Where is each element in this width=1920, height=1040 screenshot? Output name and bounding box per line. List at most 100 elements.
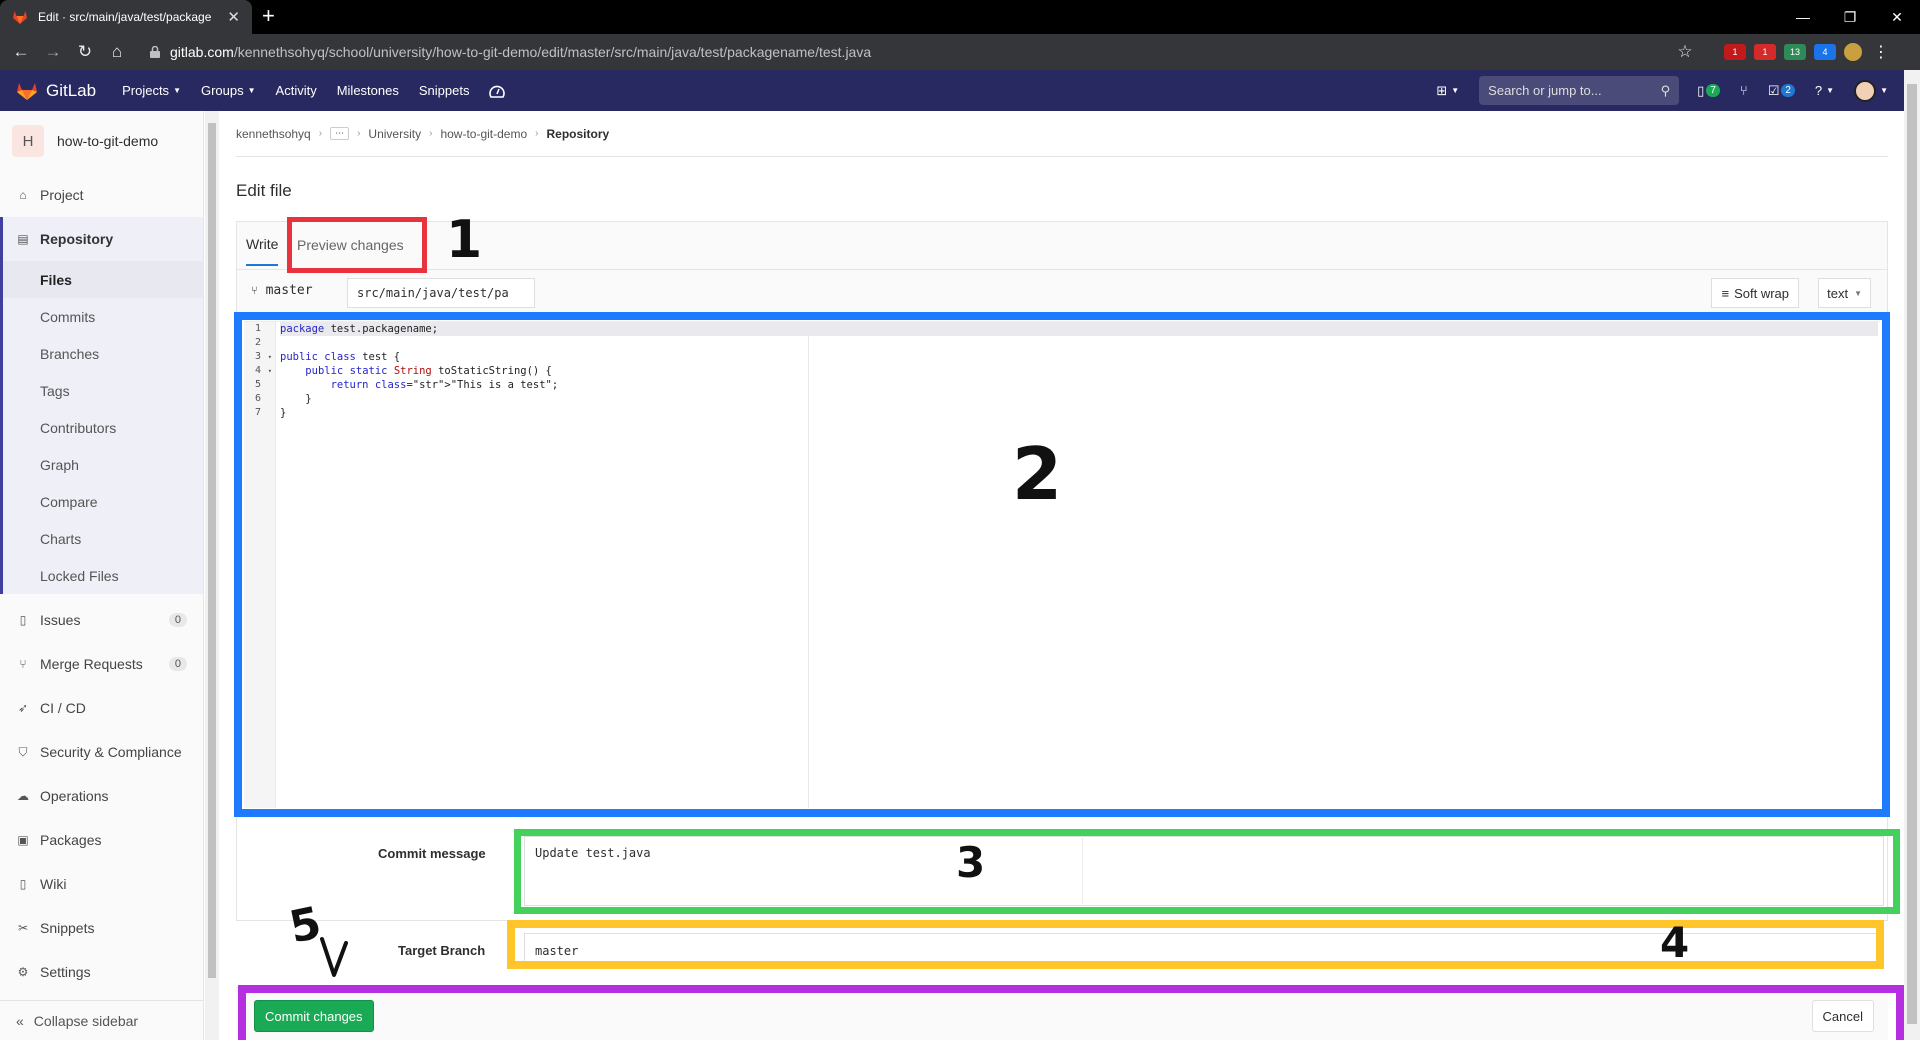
sidebar-item-charts[interactable]: Charts	[3, 520, 203, 557]
help-icon[interactable]: ? ▼	[1815, 83, 1834, 98]
browser-tab-title: Edit · src/main/java/test/package	[38, 10, 212, 24]
code-line[interactable]: package test.packagename;	[280, 322, 1878, 336]
window-close-icon[interactable]: ✕	[1874, 0, 1920, 34]
nav-snippets[interactable]: Snippets	[419, 83, 470, 98]
code-content[interactable]: package test.packagename; public class te…	[280, 322, 1878, 420]
nav-projects[interactable]: Projects ▼	[122, 83, 181, 98]
code-line[interactable]	[280, 336, 1878, 350]
todos-icon[interactable]: ☑ 2	[1768, 83, 1795, 99]
sidebar-item-cicd[interactable]: ➶ CI / CD	[0, 686, 203, 730]
commit-message-label: Commit message	[378, 846, 486, 861]
gitlab-logo[interactable]: GitLab	[16, 81, 96, 101]
code-line[interactable]: }	[280, 392, 1878, 406]
page-scrollbar-thumb[interactable]	[1907, 84, 1917, 1024]
project-name: how-to-git-demo	[57, 133, 159, 149]
soft-wrap-button[interactable]: ≡ Soft wrap	[1711, 278, 1799, 308]
sidebar-item-packages[interactable]: ▣ Packages	[0, 818, 203, 862]
todos-count-badge: 2	[1781, 84, 1795, 97]
sidebar-item-contributors[interactable]: Contributors	[3, 409, 203, 446]
extension-icon[interactable]: 1	[1754, 44, 1776, 60]
profile-avatar[interactable]	[1844, 43, 1862, 61]
line-number: 3 ▾	[254, 350, 272, 364]
extension-icon[interactable]: 4	[1814, 44, 1836, 60]
sidebar-item-compare[interactable]: Compare	[3, 483, 203, 520]
code-line[interactable]: public class test {	[280, 350, 1878, 364]
nav-activity[interactable]: Activity	[276, 83, 317, 98]
forward-icon[interactable]: →	[42, 41, 64, 63]
sidebar-item-project[interactable]: ⌂ Project	[0, 173, 203, 217]
sidebar-item-files[interactable]: Files	[3, 261, 203, 298]
nav-groups[interactable]: Groups ▼	[201, 83, 256, 98]
scissors-icon: ✂	[17, 921, 29, 935]
sidebar-scrollbar-thumb[interactable]	[208, 123, 216, 978]
performance-bar-icon[interactable]	[489, 84, 506, 98]
issues-count-badge: 0	[168, 613, 187, 627]
gitlab-navbar: GitLab Projects ▼ Groups ▼ Activity Milest…	[0, 70, 1904, 111]
breadcrumb-group[interactable]: University	[368, 127, 421, 141]
collapse-sidebar-button[interactable]: « Collapse sidebar	[0, 1000, 204, 1040]
tab-close-icon[interactable]: ✕	[227, 8, 240, 26]
code-line[interactable]: public static String toStaticString() {	[280, 364, 1878, 378]
sidebar-item-settings[interactable]: ⚙ Settings	[0, 950, 203, 994]
breadcrumb-user[interactable]: kennethsohyq	[236, 127, 311, 141]
home-icon[interactable]: ⌂	[106, 41, 128, 63]
target-branch-label: Target Branch	[398, 943, 486, 958]
search-input[interactable]: Search or jump to... ⚲	[1479, 76, 1680, 105]
file-mode-select[interactable]: text ▼	[1818, 278, 1871, 308]
target-branch-field[interactable]: master	[524, 933, 1884, 967]
cancel-button[interactable]: Cancel	[1811, 1000, 1874, 1032]
reload-icon[interactable]: ↻	[74, 41, 96, 63]
code-line[interactable]: return class="str">"This is a test";	[280, 378, 1878, 392]
code-line[interactable]: }	[280, 406, 1878, 420]
back-icon[interactable]: ←	[10, 41, 32, 63]
commit-message-field[interactable]: Update test.java	[524, 836, 1884, 906]
sidebar-item-issues[interactable]: ▯ Issues 0	[0, 598, 203, 642]
sidebar-item-wiki[interactable]: ▯ Wiki	[0, 862, 203, 906]
sidebar-item-label: Repository	[40, 231, 114, 247]
extension-badge: 13	[1789, 47, 1800, 57]
file-path-input[interactable]: src/main/java/test/pa	[347, 278, 535, 308]
breadcrumb-more[interactable]: ⋯	[330, 127, 350, 140]
sidebar-item-repository[interactable]: ▤ Repository	[0, 217, 203, 261]
extension-icon[interactable]: 13	[1784, 44, 1806, 60]
breadcrumb-project[interactable]: how-to-git-demo	[440, 127, 527, 141]
tab-write[interactable]: Write	[246, 236, 279, 266]
sidebar-scrollbar[interactable]	[205, 111, 219, 1040]
fold-arrow-icon[interactable]: ▾	[268, 364, 272, 378]
sidebar-item-commits[interactable]: Commits	[3, 298, 203, 335]
page-scrollbar[interactable]	[1904, 70, 1920, 1040]
project-avatar: H	[12, 125, 44, 157]
sidebar-item-merge-requests[interactable]: ⑂ Merge Requests 0	[0, 642, 203, 686]
sidebar-item-operations[interactable]: ☁ Operations	[0, 774, 203, 818]
merge-requests-icon[interactable]: ⑂	[1740, 83, 1748, 98]
extension-icon[interactable]: 1	[1724, 44, 1746, 60]
tab-preview-changes[interactable]: Preview changes	[297, 237, 404, 253]
new-item-icon[interactable]: ⊞ ▼	[1436, 83, 1459, 99]
commit-changes-button[interactable]: Commit changes	[254, 1000, 374, 1032]
browser-tab[interactable]: Edit · src/main/java/test/package ✕	[0, 0, 252, 34]
user-avatar-menu[interactable]: ▼	[1854, 79, 1888, 102]
new-tab-icon[interactable]: +	[262, 5, 275, 27]
sidebar-item-tags[interactable]: Tags	[3, 372, 203, 409]
sidebar-item-security[interactable]: ⛉ Security & Compliance	[0, 730, 203, 774]
nav-milestones[interactable]: Milestones	[337, 83, 399, 98]
issues-icon[interactable]: ▯ 7	[1697, 83, 1720, 99]
bookmark-star-icon[interactable]: ☆	[1674, 41, 1696, 63]
url-field[interactable]: gitlab.com /kennethsohyq/school/universi…	[136, 38, 1698, 66]
sidebar-item-snippets[interactable]: ✂ Snippets	[0, 906, 203, 950]
chrome-menu-icon[interactable]: ⋮	[1870, 44, 1892, 61]
search-icon: ⚲	[1660, 82, 1671, 98]
minimize-icon[interactable]: —	[1780, 0, 1826, 34]
gear-icon: ⚙	[17, 965, 29, 979]
sidebar-item-locked-files[interactable]: Locked Files	[3, 557, 203, 594]
branch-indicator: ⑂ master	[251, 283, 313, 298]
code-editor[interactable]: 1 2 3 ▾ 4 ▾ 5 6 7 package test.packagename; publi…	[244, 321, 1880, 808]
sidebar-item-graph[interactable]: Graph	[3, 446, 203, 483]
sidebar-project-header[interactable]: H how-to-git-demo	[0, 111, 203, 171]
breadcrumb-current[interactable]: Repository	[547, 127, 610, 141]
restore-icon[interactable]: ❐	[1827, 0, 1873, 34]
file-title-bar: ⑂ master src/main/java/test/pa ≡ Soft wrap…	[236, 270, 1888, 316]
fold-arrow-icon[interactable]: ▾	[268, 350, 272, 364]
gitlab-favicon-icon	[13, 11, 27, 24]
sidebar-item-branches[interactable]: Branches	[3, 335, 203, 372]
